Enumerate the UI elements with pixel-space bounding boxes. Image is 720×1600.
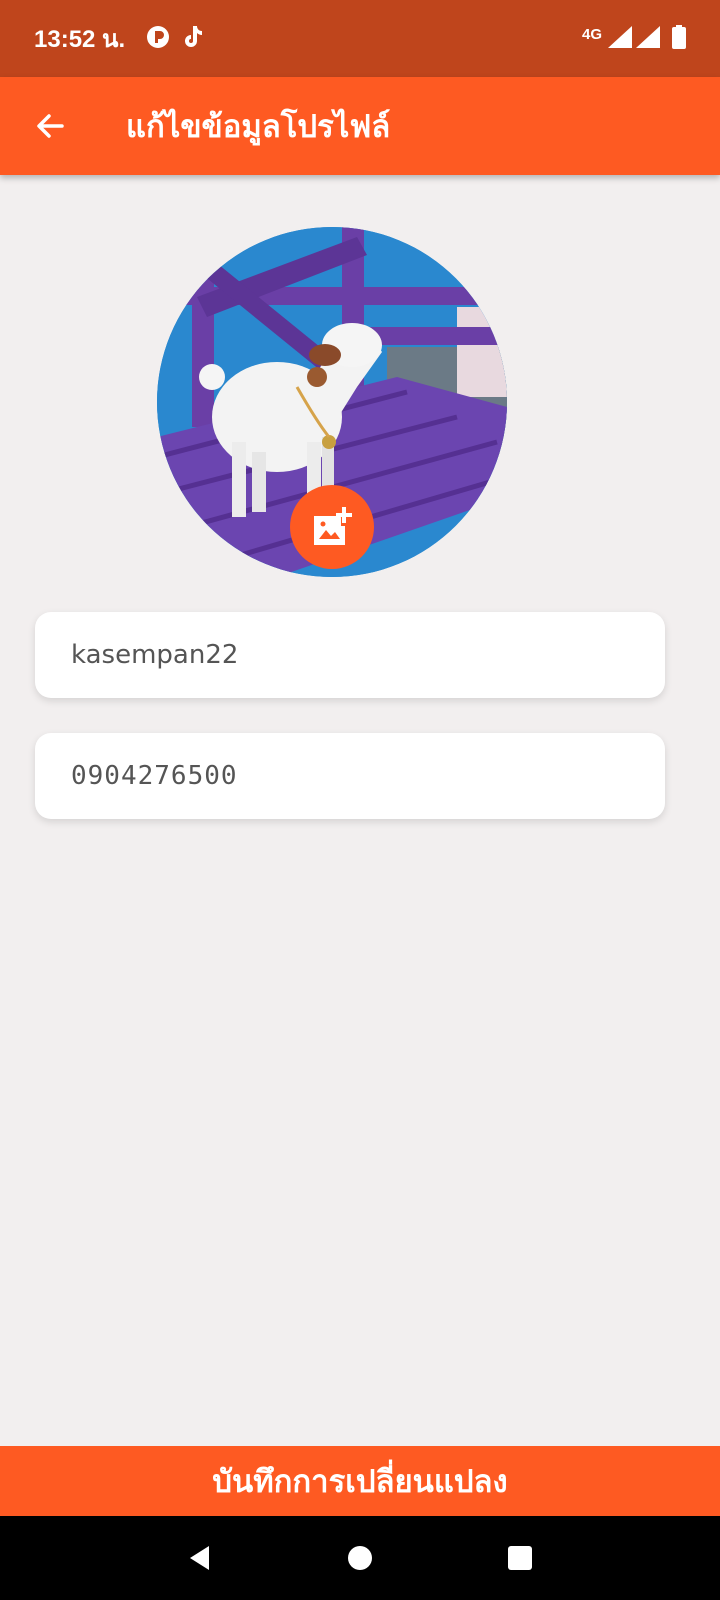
circle-home-icon <box>348 1546 372 1570</box>
status-bar: 13:52 น. 4G <box>0 0 720 77</box>
nav-back-button[interactable] <box>170 1528 230 1588</box>
status-time: 13:52 น. <box>34 26 126 53</box>
status-indicators: 4G <box>581 24 686 53</box>
username-input[interactable] <box>71 640 665 670</box>
save-changes-button[interactable]: บันทึกการเปลี่ยนแปลง <box>0 1446 720 1516</box>
signal-icon-2 <box>636 25 660 52</box>
app-notification-icon <box>145 24 171 54</box>
app-bar: แก้ไขข้อมูลโปรไฟล์ <box>0 77 720 175</box>
status-app-icons <box>145 24 205 54</box>
arrow-left-icon <box>37 114 64 138</box>
phone-input[interactable] <box>71 761 665 791</box>
system-nav-bar <box>0 1516 720 1600</box>
square-recents-icon <box>508 1546 532 1570</box>
phone-field[interactable] <box>35 733 665 819</box>
battery-icon <box>672 24 686 53</box>
add-photo-icon <box>314 507 352 545</box>
nav-recents-button[interactable] <box>490 1528 550 1588</box>
change-photo-button[interactable] <box>290 485 374 569</box>
nav-home-button[interactable] <box>330 1528 390 1588</box>
triangle-back-icon <box>190 1546 209 1570</box>
tiktok-icon <box>181 24 205 54</box>
back-button[interactable] <box>20 96 80 156</box>
page-title: แก้ไขข้อมูลโปรไฟล์ <box>126 109 391 145</box>
username-field[interactable] <box>35 612 665 698</box>
network-type: 4G <box>581 26 602 43</box>
avatar-container <box>157 227 507 577</box>
signal-icon <box>608 25 632 52</box>
